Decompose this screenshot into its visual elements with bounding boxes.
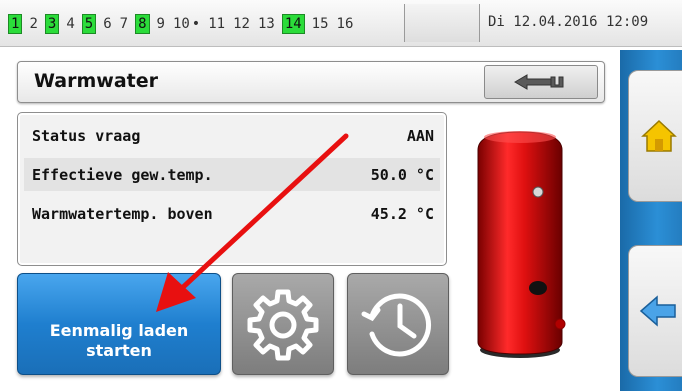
row-label: Warmwatertemp. boven — [32, 205, 213, 223]
output-6: 6 — [103, 16, 112, 32]
home-button[interactable] — [628, 70, 682, 202]
time-program-button[interactable] — [347, 273, 449, 375]
back-arrow-icon — [639, 295, 676, 327]
date-time: Di 12.04.2016 12:09 — [488, 14, 649, 30]
gear-icon — [247, 289, 319, 361]
value-row-status-vraag[interactable]: Status vraag AAN — [24, 119, 440, 152]
output-11: 11 — [208, 16, 226, 32]
return-arrow-icon — [514, 74, 564, 90]
values-table: Status vraag AAN Effectieve gew.temp. 50… — [17, 112, 447, 266]
status-bar: 1 2 3 4 5 6 7 8 9 10 11 12 13 14 15 16 D… — [0, 0, 682, 47]
output-7: 7 — [119, 16, 129, 32]
start-once-button[interactable]: Eenmalig laden starten — [17, 273, 221, 375]
row-label: Effectieve gew.temp. — [32, 166, 213, 184]
output-2: 2 — [29, 16, 38, 32]
output-9: 9 — [156, 16, 165, 32]
back-button[interactable] — [628, 245, 682, 377]
output-14: 14 — [281, 14, 305, 34]
row-value: AAN — [406, 127, 434, 145]
output-12: 12 — [233, 16, 250, 32]
output-indicators: 1 2 3 4 5 6 7 8 9 10 11 12 13 14 15 16 — [8, 14, 360, 34]
page-title: Warmwater — [34, 70, 158, 92]
output-3: 3 — [44, 14, 60, 34]
sidebar — [620, 50, 682, 391]
output-10: 10 — [172, 15, 201, 33]
status-bar-divider — [404, 4, 480, 42]
output-1: 1 — [8, 14, 23, 34]
clock-history-icon — [361, 293, 431, 357]
hot-water-tank-image — [477, 131, 566, 358]
value-row-effectieve-gew-temp[interactable]: Effectieve gew.temp. 50.0 °C — [24, 158, 440, 191]
settings-button[interactable] — [232, 273, 334, 375]
output-8: 8 — [135, 14, 150, 34]
output-13: 13 — [257, 16, 275, 32]
row-label: Status vraag — [32, 127, 141, 145]
output-15: 15 — [311, 16, 329, 32]
output-4: 4 — [66, 16, 75, 32]
start-once-label: Eenmalig laden starten — [49, 321, 189, 360]
page-header: Warmwater — [17, 61, 605, 103]
value-row-warmwatertemp-boven[interactable]: Warmwatertemp. boven 45.2 °C — [24, 197, 440, 230]
output-5: 5 — [81, 14, 97, 34]
output-16: 16 — [336, 16, 354, 32]
row-value: 45.2 °C — [370, 205, 434, 223]
return-button[interactable] — [484, 65, 598, 99]
home-icon — [641, 119, 677, 152]
row-value: 50.0 °C — [370, 166, 434, 184]
